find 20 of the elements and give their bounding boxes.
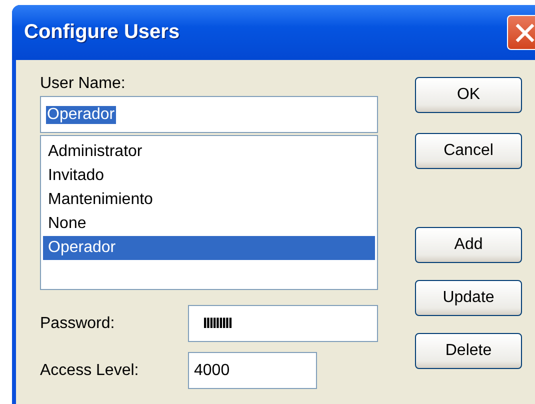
window-title: Configure Users (24, 21, 181, 44)
user-list-item[interactable]: Administrator (43, 140, 375, 164)
user-name-label: User Name: (40, 75, 126, 93)
user-list-item[interactable]: Operador (43, 236, 375, 260)
access-level-label: Access Level: (40, 362, 140, 380)
password-label: Password: (40, 314, 116, 332)
user-list[interactable]: Administrator Invitado Mantenimiento None Operador (40, 135, 378, 290)
dialog-button[interactable]: Cancel (415, 133, 522, 169)
password-field[interactable]: IIIIIIIII (188, 305, 378, 342)
dialog-button[interactable]: Add (415, 227, 522, 263)
dialog-button[interactable]: Update (415, 280, 522, 316)
user-list-item[interactable]: Mantenimiento (43, 188, 375, 212)
user-list-item[interactable]: None (43, 212, 375, 236)
close-icon (514, 22, 534, 42)
user-list-item[interactable]: Invitado (43, 164, 375, 188)
close-button[interactable] (507, 15, 535, 50)
dialog-button[interactable]: OK (415, 77, 522, 113)
user-name-field[interactable]: Operador (40, 96, 378, 133)
access-level-field[interactable]: 4000 (188, 352, 317, 389)
dialog-button[interactable]: Delete (415, 333, 522, 369)
